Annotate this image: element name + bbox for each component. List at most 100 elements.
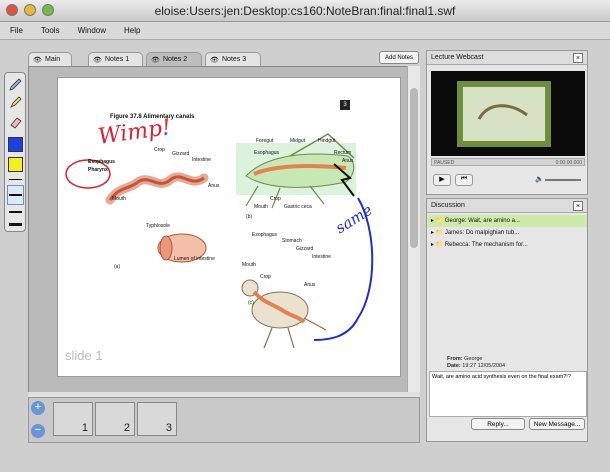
label-anus-a: Anus xyxy=(208,183,220,189)
label-midgut: Midgut xyxy=(290,138,306,144)
tab-notes-3[interactable]: 👁 Notes 3 xyxy=(205,52,261,66)
eraser-tool-icon[interactable] xyxy=(8,115,23,130)
label-esophagus-a: Esophagus xyxy=(88,159,115,165)
close-icon[interactable]: × xyxy=(573,53,583,63)
label-lumen: Lumen of intestine xyxy=(174,256,215,262)
from-label: From: xyxy=(447,356,463,362)
label-esophagus-c: Esophagus xyxy=(252,232,278,238)
tab-label: Notes 3 xyxy=(222,56,247,63)
playback-time: 0:00:00.000 xyxy=(555,160,582,166)
discussion-header: Discussion × xyxy=(427,199,587,213)
thumbnail-1[interactable]: 1 xyxy=(53,402,93,436)
tab-notes-1[interactable]: 👁 Notes 1 xyxy=(88,52,143,66)
from-value: George xyxy=(464,356,483,362)
close-icon[interactable]: × xyxy=(573,201,583,211)
thread-text: George: Wait, are amino a... xyxy=(444,218,520,224)
eye-icon: 👁 xyxy=(93,57,102,64)
label-anus-c: Anus xyxy=(304,282,316,288)
label-gizzard-c: Gizzard xyxy=(296,246,314,252)
thicker-line-option[interactable] xyxy=(9,223,22,226)
label-rectum: Rectum xyxy=(334,150,352,156)
slide-canvas[interactable]: Figure 37.8 Alimentary canals 3 Wimp! sa… xyxy=(28,66,420,396)
label-intestine-c: Intestine xyxy=(312,254,331,260)
label-b: (b) xyxy=(246,214,253,220)
eye-icon: 👁 xyxy=(151,57,160,64)
label-stomach: Stomach xyxy=(282,238,302,244)
menu-window[interactable]: Window xyxy=(68,22,114,39)
tab-label: Notes 1 xyxy=(105,56,130,63)
play-button[interactable]: ▶ xyxy=(433,174,451,186)
eye-icon: 👁 xyxy=(210,57,219,64)
medium-line-icon xyxy=(9,194,22,196)
scroll-thumb[interactable] xyxy=(410,88,418,248)
webcast-title: Lecture Webcast xyxy=(431,54,484,61)
webcast-header: Lecture Webcast × xyxy=(427,51,587,65)
label-gastric-ceca: Gastric ceca xyxy=(284,204,312,210)
date-value: 19:27 12/05/2004 xyxy=(462,363,506,369)
slide-label: slide 1 xyxy=(65,348,103,363)
message-body: Wait, are amino acid synthesis even on t… xyxy=(429,371,587,417)
label-c: (c) xyxy=(248,300,254,306)
thread-item[interactable]: ▸ 📁 Rebecca: The mechanism for... xyxy=(427,239,587,251)
pencil-tool-icon[interactable] xyxy=(8,77,23,92)
label-crop-b: Crop xyxy=(270,196,281,202)
discussion-title: Discussion xyxy=(431,202,465,209)
thick-line-option[interactable] xyxy=(9,211,22,213)
yellow-color-swatch[interactable] xyxy=(8,157,23,172)
video-player[interactable] xyxy=(431,71,585,156)
label-gizzard-a: Gizzard xyxy=(172,151,190,157)
label-a: (a) xyxy=(114,264,121,270)
title-bar: eloise:Users:jen:Desktop:cs160:NoteBran:… xyxy=(0,0,610,22)
eye-icon: 👁 xyxy=(33,57,42,64)
new-message-button[interactable]: New Message... xyxy=(529,418,585,430)
label-typhlosole: Typhlosole xyxy=(146,223,170,229)
label-hindgut: Hindgut xyxy=(318,138,336,144)
video-frame xyxy=(431,71,585,156)
tab-main[interactable]: 👁 Main xyxy=(28,52,72,66)
label-pharynx-a: Pharynx xyxy=(88,167,108,173)
zoom-in-button[interactable]: + xyxy=(31,401,45,415)
playback-status: PAUSED 0:00:00.000 xyxy=(431,158,585,166)
label-intestine-a: Intestine xyxy=(192,157,211,163)
thread-item[interactable]: ▸ 📁 George: Wait, are amino a... xyxy=(427,215,587,227)
blue-color-swatch[interactable] xyxy=(8,137,23,152)
tab-label: Notes 2 xyxy=(163,56,188,63)
window-title: eloise:Users:jen:Desktop:cs160:NoteBran:… xyxy=(154,4,456,18)
highlighter-tool-icon[interactable] xyxy=(8,95,23,110)
label-mouth-a: Mouth xyxy=(112,196,126,202)
date-label: Date: xyxy=(447,363,461,369)
thumbnail-3[interactable]: 3 xyxy=(137,402,177,436)
tab-notes-2[interactable]: 👁 Notes 2 xyxy=(146,52,202,66)
label-anus-b: Anus xyxy=(342,158,354,164)
vertical-scrollbar[interactable] xyxy=(407,66,420,396)
label-mouth-c: Mouth xyxy=(242,262,256,268)
add-notes-button[interactable]: Add Notes xyxy=(379,51,419,64)
thread-item[interactable]: ▸ 📁 James: Do malpighian tub... xyxy=(427,227,587,239)
label-mouth-b: Mouth xyxy=(254,204,268,210)
thumbnail-2[interactable]: 2 xyxy=(95,402,135,436)
thread-text: James: Do malpighian tub... xyxy=(444,230,520,236)
volume-slider[interactable] xyxy=(545,179,581,181)
menu-help[interactable]: Help xyxy=(114,22,148,39)
slide[interactable]: Figure 37.8 Alimentary canals 3 Wimp! sa… xyxy=(57,77,401,377)
tab-label: Main xyxy=(45,56,61,63)
tool-palette xyxy=(4,72,26,232)
label-crop-a: Crop xyxy=(154,147,165,153)
webcast-panel: Lecture Webcast × PAUSED 0:00:00.000 ▶ ⏮… xyxy=(426,50,588,195)
menu-bar: File Tools Window Help xyxy=(0,22,610,40)
label-crop-c: Crop xyxy=(260,274,271,280)
slide-thumbnails: 1 2 3 xyxy=(28,397,420,443)
thread-text: Rebecca: The mechanism for... xyxy=(444,242,528,248)
label-foregut: Foregut xyxy=(256,138,274,144)
rewind-button[interactable]: ⏮ xyxy=(455,174,473,186)
thread-list: ▸ 📁 George: Wait, are amino a... ▸ 📁 Jam… xyxy=(427,215,587,251)
zoom-out-button[interactable]: − xyxy=(31,424,45,438)
label-esophagus-b: Esophagus xyxy=(254,150,280,156)
playback-state: PAUSED xyxy=(434,160,455,166)
reply-button[interactable]: Reply... xyxy=(471,418,525,430)
thin-line-option[interactable] xyxy=(9,179,22,180)
discussion-panel: Discussion × ▸ 📁 George: Wait, are amino… xyxy=(426,198,588,442)
menu-file[interactable]: File xyxy=(0,22,31,39)
volume-icon: 🔈 xyxy=(535,176,544,183)
menu-tools[interactable]: Tools xyxy=(31,22,68,39)
